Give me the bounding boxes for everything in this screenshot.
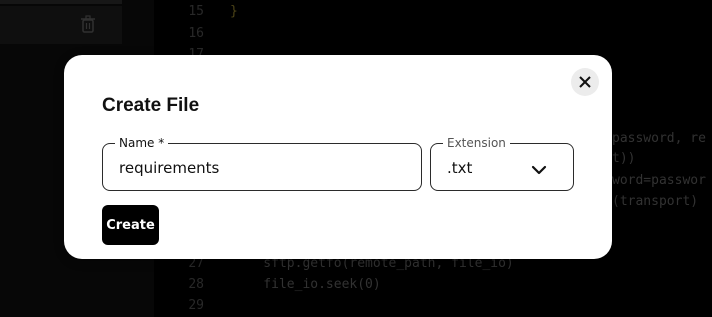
chevron-down-icon[interactable] bbox=[531, 161, 547, 175]
create-button[interactable]: Create bbox=[102, 205, 159, 245]
name-field[interactable]: Name * requirements bbox=[102, 136, 422, 191]
extension-select[interactable]: Extension .txt bbox=[430, 136, 574, 191]
create-file-dialog: Create File Name * requirements Extensio… bbox=[64, 55, 612, 259]
close-icon bbox=[579, 73, 591, 92]
extension-select-value[interactable]: .txt bbox=[447, 159, 472, 177]
extension-select-label: Extension bbox=[443, 136, 510, 150]
close-button[interactable] bbox=[571, 68, 599, 96]
dialog-title: Create File bbox=[102, 95, 200, 116]
name-field-value[interactable]: requirements bbox=[119, 159, 219, 177]
name-field-label: Name * bbox=[115, 136, 169, 150]
